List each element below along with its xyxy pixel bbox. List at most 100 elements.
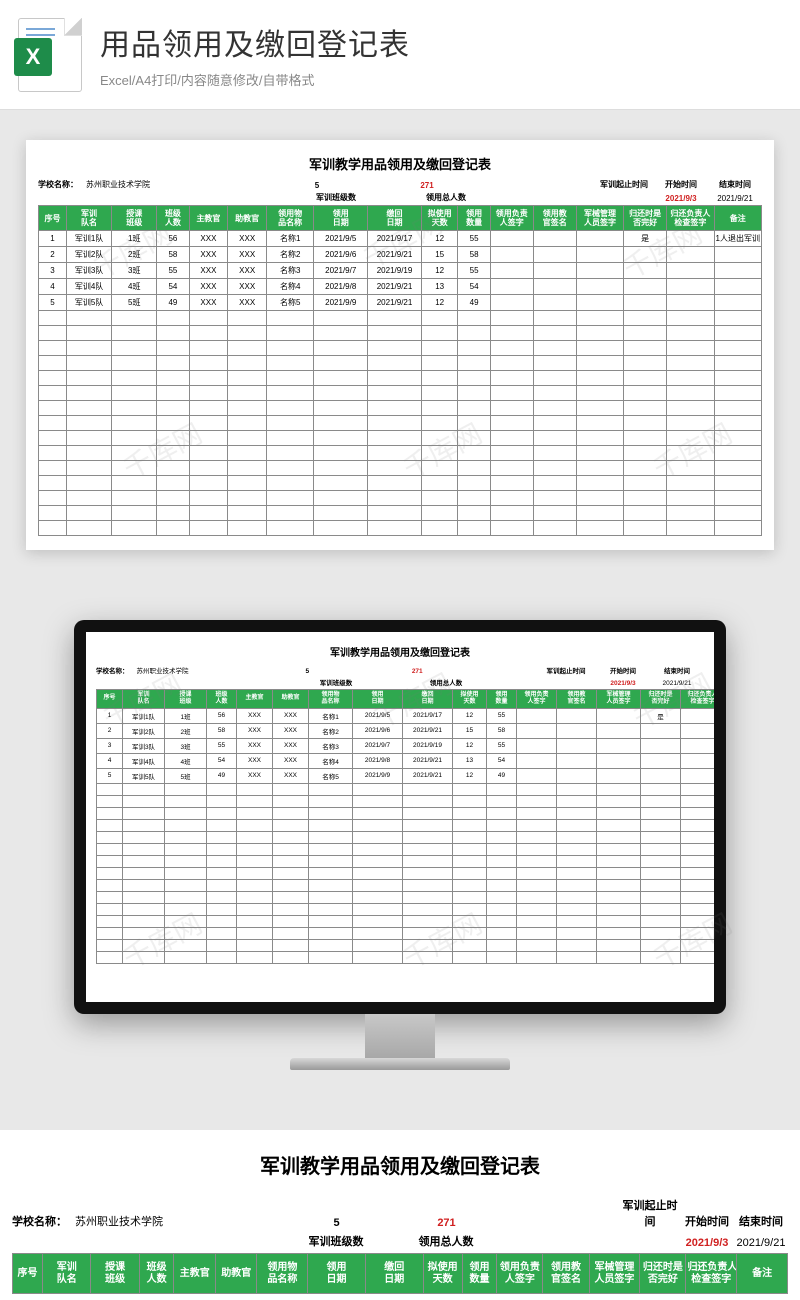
table-row-empty [97,843,715,855]
table-row: 2军训2队2班58 XXXXXX名称22021/9/6 2021/9/21155… [39,247,762,263]
period-label: 军训起止时间 [536,665,596,675]
col-header-5: 助教官 [273,690,309,709]
table-row-empty [97,891,715,903]
col-header-3: 班级人数 [139,1254,174,1294]
col-header-15: 归还负责人检查签字 [686,1254,737,1294]
document-preview-large: 军训教学用品领用及缴回登记表 学校名称： 苏州职业技术学院 5 271 军训起止… [26,140,774,550]
col-header-1: 军训队名 [66,206,111,231]
col-header-14: 归还时是否完好 [640,1254,686,1294]
table-row: 4军训4队4班54 XXXXXX名称42021/9/8 2021/9/21135… [39,279,762,295]
school-name: 苏州职业技术学院 [86,179,150,190]
end-value: 2021/9/21 [650,680,704,687]
col-header-9: 拟使用天数 [453,690,487,709]
col-header-12: 领用教官签名 [557,690,597,709]
total-people-value: 271 [382,668,452,675]
col-header-13: 军械管理人员签字 [589,1254,640,1294]
col-header-3: 班级人数 [207,690,237,709]
class-count-value: 5 [272,668,342,675]
end-label: 结束时间 [708,179,762,190]
doc-title: 军训教学用品领用及缴回登记表 [38,154,762,173]
table-row-empty [39,371,762,386]
table-row-empty [97,807,715,819]
banner-title: 用品领用及缴回登记表 [100,20,782,64]
start-value: 2021/9/3 [680,1237,734,1249]
table-row-empty [97,951,715,963]
start-value: 2021/9/3 [596,680,650,687]
school-name: 苏州职业技术学院 [137,665,189,675]
col-header-8: 缴回日期 [365,1254,423,1294]
table-row-empty [39,446,762,461]
col-header-2: 授课班级 [112,206,157,231]
table-row-empty [97,819,715,831]
table-row-empty [97,927,715,939]
col-header-0: 序号 [39,206,67,231]
table-row: 1军训1队1班56 XXXXXX名称12021/9/5 2021/9/17125… [39,231,762,247]
monitor-base [290,1058,510,1070]
col-header-11: 领用负责人签字 [490,206,533,231]
school-name: 苏州职业技术学院 [75,1213,163,1229]
document-preview-bottom-crop: 军训教学用品领用及缴回登记表 学校名称： 苏州职业技术学院 5 271 军训起止… [0,1130,800,1300]
school-label: 学校名称： [38,179,78,190]
table-row-empty [39,341,762,356]
info-block-bottom: 学校名称： 苏州职业技术学院 5 271 军训起止时间 开始时间 结束时间 军训… [12,1197,788,1294]
excel-file-icon: X [18,18,82,92]
col-header-4: 主教官 [189,206,228,231]
school-label: 学校名称： [96,665,129,675]
col-header-11: 领用负责人签字 [517,690,557,709]
col-header-7: 领用日期 [353,690,403,709]
col-header-9: 拟使用天数 [421,206,458,231]
col-header-13: 军械管理人员签字 [576,206,623,231]
col-header-0: 序号 [97,690,123,709]
col-header-12: 领用教官签名 [533,206,576,231]
col-header-8: 缴回日期 [403,690,453,709]
table-row-empty [39,506,762,521]
table-row: 4军训4队4班54 XXXXXX名称42021/9/8 2021/9/21135… [97,753,715,768]
total-people-label: 领用总人数 [411,1233,481,1249]
start-label: 开始时间 [596,665,650,675]
col-header-6: 领用物品名称 [267,206,314,231]
col-header-11: 领用负责人签字 [497,1254,543,1294]
class-count-label: 军训班级数 [301,192,371,203]
excel-x-badge: X [14,38,52,76]
doc-title-monitor: 军训教学用品领用及缴回登记表 [96,644,704,659]
col-header-6: 领用物品名称 [257,1254,308,1294]
table-row-empty [97,939,715,951]
info-block-monitor: 学校名称： 苏州职业技术学院 5 271 军训起止时间 开始时间 结束时间 军训… [96,665,704,964]
col-header-15: 归还负责人检查签字 [681,690,715,709]
table-row-empty [97,831,715,843]
start-label: 开始时间 [680,1213,734,1229]
table-row-empty [97,855,715,867]
col-header-3: 班级人数 [157,206,189,231]
data-table: 序号军训队名授课班级班级人数主教官助教官领用物品名称领用日期缴回日期拟使用天数领… [12,1253,788,1294]
table-row-empty [39,521,762,536]
table-row-empty [97,795,715,807]
table-row-empty [97,783,715,795]
class-count-value: 5 [282,181,352,190]
col-header-2: 授课班级 [91,1254,139,1294]
class-count-label: 军训班级数 [301,1233,371,1249]
table-row-empty [39,356,762,371]
class-count-label: 军训班级数 [301,677,371,687]
table-row-empty [97,879,715,891]
total-people-label: 领用总人数 [411,677,481,687]
table-row: 3军训3队3班55 XXXXXX名称32021/9/7 2021/9/19125… [97,738,715,753]
col-header-14: 归还时是否完好 [624,206,667,231]
period-label: 军训起止时间 [620,1197,680,1229]
col-header-10: 领用数量 [458,206,490,231]
col-header-0: 序号 [13,1254,43,1294]
col-header-1: 军训队名 [123,690,165,709]
total-people-value: 271 [392,181,462,190]
table-row-empty [39,416,762,431]
col-header-16: 备注 [714,206,762,231]
class-count-value: 5 [302,1217,372,1229]
end-value: 2021/9/21 [708,194,762,203]
start-label: 开始时间 [654,179,708,190]
start-value: 2021/9/3 [654,194,708,203]
col-header-5: 助教官 [228,206,267,231]
col-header-7: 领用日期 [308,1254,366,1294]
end-label: 结束时间 [650,665,704,675]
table-row: 1军训1队1班56 XXXXXX名称12021/9/5 2021/9/17125… [97,708,715,723]
monitor-mockup: 军训教学用品领用及缴回登记表 学校名称： 苏州职业技术学院 5 271 军训起止… [74,620,726,1070]
table-row-empty [39,431,762,446]
table-row: 5军训5队5班49 XXXXXX名称52021/9/9 2021/9/21124… [39,295,762,311]
